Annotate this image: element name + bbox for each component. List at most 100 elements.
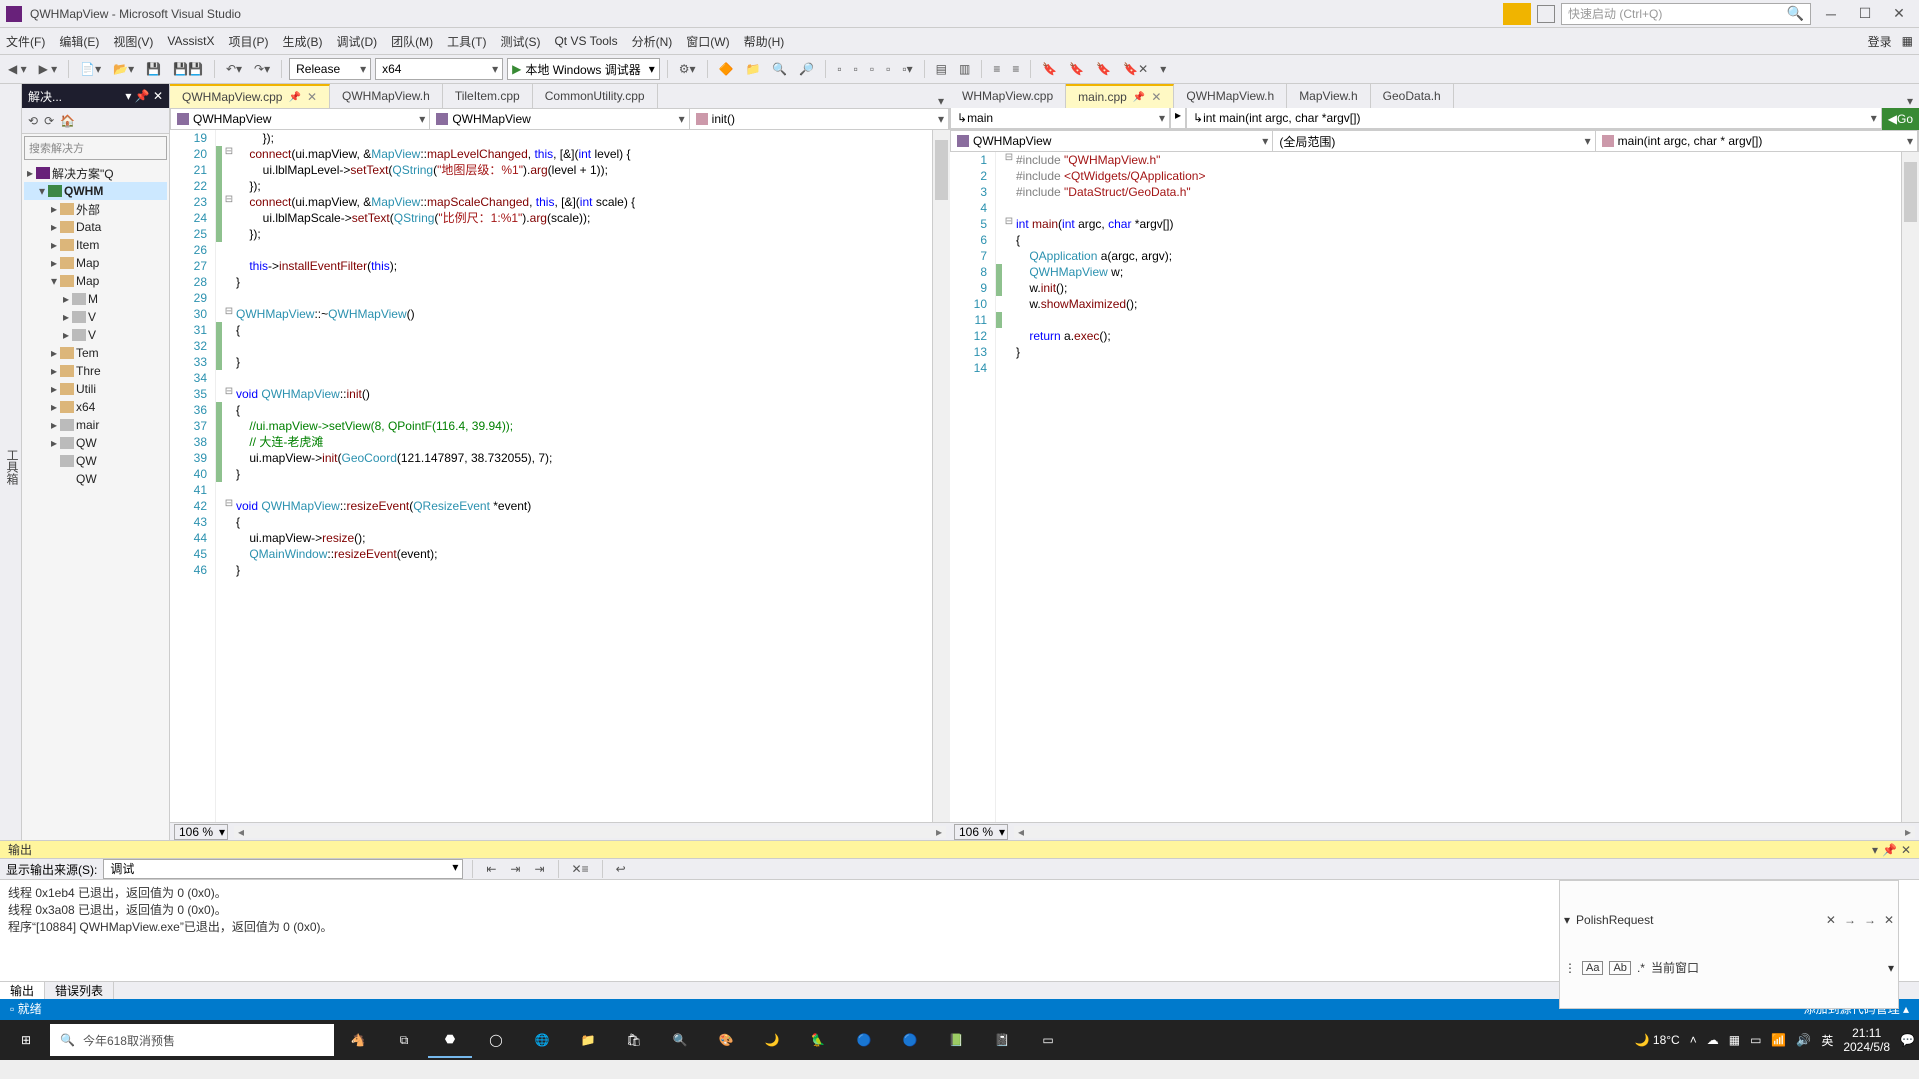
- wrap-icon[interactable]: ↩: [612, 860, 630, 878]
- taskbar-app-edge[interactable]: 🌐: [520, 1022, 564, 1058]
- editor-tab[interactable]: QWHMapView.h: [1174, 84, 1287, 108]
- tb-icon[interactable]: 📁: [741, 60, 764, 78]
- polish-dismiss-icon[interactable]: ✕: [1826, 913, 1836, 927]
- out-icon[interactable]: ⇥: [530, 860, 548, 878]
- clock[interactable]: 21:112024/5/8: [1843, 1026, 1890, 1054]
- nav-member[interactable]: init(): [690, 109, 949, 129]
- platform-combo[interactable]: x64: [375, 58, 503, 80]
- tb-icon[interactable]: ▫: [866, 60, 878, 78]
- taskbar-app[interactable]: 🔵: [842, 1022, 886, 1058]
- battery-icon[interactable]: ▭: [1750, 1033, 1761, 1047]
- polish-prev-icon[interactable]: →: [1844, 913, 1856, 927]
- va-nav-btn[interactable]: ▸: [1170, 108, 1186, 129]
- toolbox-collapsed-tab[interactable]: 工具箱: [0, 84, 22, 840]
- va-go-button[interactable]: ◀Go: [1882, 108, 1919, 130]
- solution-explorer-tab[interactable]: 解决...▾ 📌 ✕: [22, 84, 169, 108]
- out-icon[interactable]: ⇥: [506, 860, 524, 878]
- editor-tab[interactable]: CommonUtility.cpp: [533, 84, 658, 108]
- editor-tab[interactable]: QWHMapView.h: [330, 84, 443, 108]
- menu-build[interactable]: 生成(B): [282, 33, 322, 50]
- tree-item[interactable]: ▸mair: [24, 416, 167, 434]
- solution-tree[interactable]: ▸解决方案"Q▾QWHM▸外部▸Data▸Item▸Map▾Map▸M▸V▸V▸…: [22, 162, 169, 840]
- right-hscroll[interactable]: ◂▸: [1014, 826, 1915, 838]
- bookmark-icon[interactable]: 🔖: [1038, 60, 1061, 78]
- editor-tab[interactable]: main.cpp 📌 ✕: [1066, 84, 1174, 108]
- close-icon[interactable]: ✕: [1901, 843, 1911, 857]
- tree-item[interactable]: ▸M: [24, 290, 167, 308]
- nav-class[interactable]: QWHMapView: [430, 109, 689, 129]
- menu-view[interactable]: 视图(V): [113, 33, 153, 50]
- case-icon[interactable]: Aa: [1582, 961, 1603, 975]
- open-file-button[interactable]: 📂▾: [109, 60, 138, 78]
- tb-icon[interactable]: ▫: [833, 60, 845, 78]
- tb-icon[interactable]: ▫: [882, 60, 894, 78]
- taskbar-app[interactable]: ▭: [1026, 1022, 1070, 1058]
- tray-icon[interactable]: ▦: [1729, 1033, 1740, 1047]
- start-debug-button[interactable]: ▶本地 Windows 调试器: [507, 58, 660, 80]
- comment-button[interactable]: ▤: [932, 60, 951, 78]
- nav-back-button[interactable]: ◀ ▾: [4, 60, 31, 78]
- taskbar-search[interactable]: 🔍今年618取消预售: [50, 1024, 334, 1056]
- save-button[interactable]: 💾: [142, 60, 165, 78]
- tree-item[interactable]: ▸Item: [24, 236, 167, 254]
- tb-icon[interactable]: 🔶: [715, 60, 738, 78]
- taskbar-app[interactable]: 🔍: [658, 1022, 702, 1058]
- taskbar-app-store[interactable]: 🛍: [612, 1022, 656, 1058]
- clear-icon[interactable]: ✕≡: [568, 860, 593, 878]
- user-icon[interactable]: ▦: [1902, 34, 1913, 48]
- tb-icon[interactable]: 🔍: [768, 60, 791, 78]
- tree-item[interactable]: ▾Map: [24, 272, 167, 290]
- close-button[interactable]: ✕: [1885, 5, 1913, 22]
- taskbar-app[interactable]: 📗: [934, 1022, 978, 1058]
- outdent-button[interactable]: ≡: [1008, 60, 1023, 78]
- va-scope[interactable]: ↳ main: [950, 108, 1170, 129]
- home-icon[interactable]: ⟲: [28, 114, 38, 128]
- nav-scope[interactable]: QWHMapView: [171, 109, 430, 129]
- home-icon[interactable]: 🏠: [60, 114, 75, 128]
- word-icon[interactable]: Ab: [1609, 961, 1630, 975]
- bookmark-prev-icon[interactable]: 🔖: [1065, 60, 1088, 78]
- sign-in-link[interactable]: 登录: [1868, 33, 1892, 50]
- notification-flag-icon[interactable]: [1503, 3, 1531, 25]
- polish-next-icon[interactable]: →: [1864, 913, 1876, 927]
- tree-item[interactable]: ▸Data: [24, 218, 167, 236]
- right-zoom-combo[interactable]: 106 %: [954, 824, 1008, 840]
- menu-vassistx[interactable]: VAssistX: [167, 34, 214, 48]
- editor-tab[interactable]: QWHMapView.cpp 📌 ✕: [170, 84, 330, 108]
- left-code-area[interactable]: 1920212223242526272829303132333435363738…: [170, 130, 950, 822]
- pin-icon[interactable]: 📌: [1882, 843, 1897, 857]
- editor-tab[interactable]: WHMapView.cpp: [950, 84, 1066, 108]
- feedback-icon[interactable]: [1537, 5, 1555, 23]
- nav-member[interactable]: main(int argc, char * argv[]): [1596, 131, 1918, 151]
- polish-scope-dropdown[interactable]: ▾: [1888, 961, 1894, 975]
- tab-overflow[interactable]: ▾: [932, 94, 950, 108]
- tree-item[interactable]: QW: [24, 452, 167, 470]
- menu-help[interactable]: 帮助(H): [744, 33, 785, 50]
- tb-icon[interactable]: ⚙▾: [675, 60, 700, 78]
- taskbar-app[interactable]: 🦜: [796, 1022, 840, 1058]
- wifi-icon[interactable]: 📶: [1771, 1033, 1786, 1047]
- tree-item[interactable]: ▸V: [24, 326, 167, 344]
- output-body[interactable]: 线程 0x1eb4 已退出，返回值为 0 (0x0)。 线程 0x3a08 已退…: [0, 880, 1919, 981]
- tab-overflow[interactable]: ▾: [1901, 94, 1919, 108]
- polish-close-icon[interactable]: ✕: [1884, 913, 1894, 927]
- taskbar-app-vs[interactable]: ⬣: [428, 1022, 472, 1058]
- editor-tab[interactable]: MapView.h: [1287, 84, 1370, 108]
- tree-item[interactable]: ▸解决方案"Q: [24, 164, 167, 182]
- undo-button[interactable]: ↶▾: [222, 60, 246, 78]
- tree-item[interactable]: ▸x64: [24, 398, 167, 416]
- menu-window[interactable]: 窗口(W): [686, 33, 729, 50]
- tab-errorlist[interactable]: 错误列表: [45, 982, 114, 999]
- config-combo[interactable]: Release: [289, 58, 371, 80]
- home-icon[interactable]: ⟳: [44, 114, 54, 128]
- left-vscroll[interactable]: [932, 130, 950, 822]
- taskbar-app[interactable]: 📓: [980, 1022, 1024, 1058]
- ime-indicator[interactable]: 英: [1821, 1032, 1833, 1049]
- bookmark-next-icon[interactable]: 🔖: [1092, 60, 1115, 78]
- bookmark-clear-icon[interactable]: 🔖✕: [1119, 60, 1152, 78]
- menu-qt[interactable]: Qt VS Tools: [554, 34, 617, 48]
- tray-overflow-icon[interactable]: ˄: [1690, 1033, 1697, 1047]
- right-code-area[interactable]: 1234567891011121314 ⊟⊟ #include "QWHMapV…: [950, 152, 1919, 822]
- save-all-button[interactable]: 💾💾: [169, 60, 207, 78]
- menu-test[interactable]: 测试(S): [500, 33, 540, 50]
